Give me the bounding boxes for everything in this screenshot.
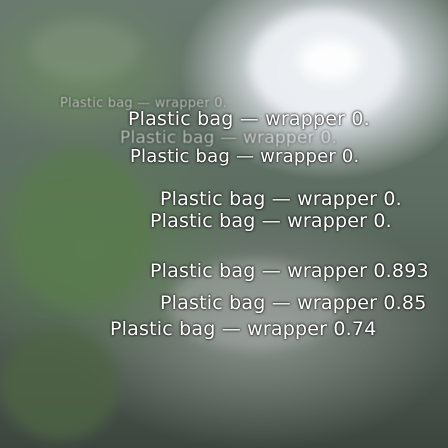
foliage-left bbox=[10, 150, 150, 310]
detection-label-ghost: Plastic bag — wrapper 0. bbox=[120, 128, 337, 148]
detection-label: Plastic bag — wrapper 0. bbox=[150, 210, 392, 232]
detection-label: Plastic bag — wrapper 0.85 bbox=[160, 292, 427, 314]
detection-label: Plastic bag — wrapper 0. bbox=[128, 108, 370, 130]
detection-label: Plastic bag — wrapper 0.74 bbox=[110, 318, 377, 340]
photo-scene: Plastic bag — wrapper 0. Plastic bag — w… bbox=[0, 0, 448, 448]
foliage-bottom-left bbox=[0, 330, 120, 440]
glass-bottle-reflection bbox=[300, 40, 360, 80]
debris-top-left bbox=[30, 20, 140, 80]
detection-label: Plastic bag — wrapper 0. bbox=[160, 188, 402, 210]
detection-label: Plastic bag — wrapper 0. bbox=[130, 146, 360, 167]
detection-label: Plastic bag — wrapper 0.893 bbox=[150, 260, 429, 282]
